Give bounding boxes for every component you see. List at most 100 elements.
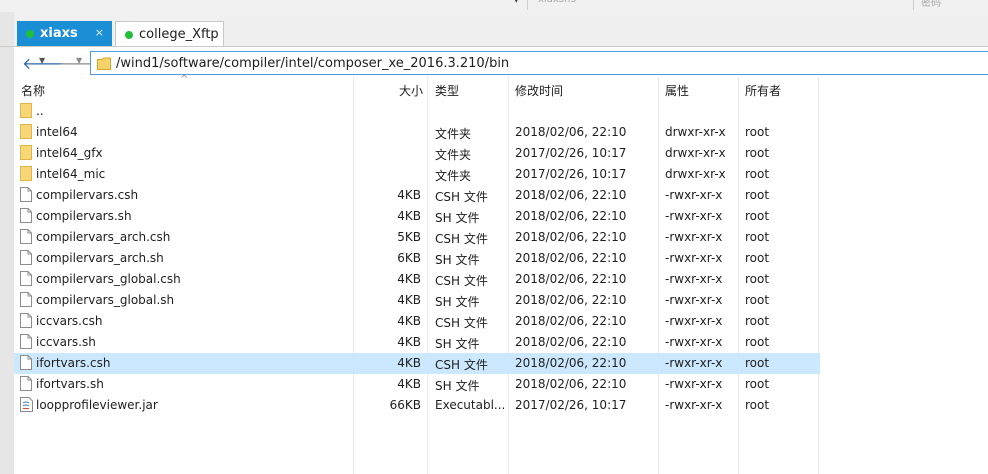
file-row[interactable]: iccvars.csh 4KB CSH 文件 2018/02/06, 22:10 -rw… [14, 311, 820, 332]
file-owner: root [745, 209, 770, 223]
file-row[interactable]: compilervars_arch.sh 6KB SH 文件 2018/02/06, … [14, 248, 820, 269]
file-type: Executabl... [435, 398, 506, 412]
connected-status-icon [26, 30, 34, 38]
close-icon[interactable]: × [95, 26, 104, 39]
file-type: 文件夹 [435, 127, 472, 141]
file-type: 文件夹 [435, 148, 472, 162]
file-attributes: -rwxr-xr-x [665, 293, 723, 307]
file-attributes: drwxr-xr-x [665, 167, 726, 181]
navigation-bar: 🡐 ▼ 🡒 ▼ /wind1/software/compiler/intel/c… [0, 46, 988, 78]
file-attributes: drwxr-xr-x [665, 125, 726, 139]
file-modified: 2017/02/26, 10:17 [515, 398, 627, 412]
file-row[interactable]: compilervars.csh 4KB CSH 文件 2018/02/06, 22:… [14, 185, 820, 206]
file-size: 4KB [397, 377, 421, 391]
file-attributes: -rwxr-xr-x [665, 377, 723, 391]
host-field-ghost[interactable]: xiaxsh5 [538, 0, 577, 5]
file-attributes: -rwxr-xr-x [665, 356, 723, 370]
file-attributes: -rwxr-xr-x [665, 314, 723, 328]
file-type: CSH 文件 [435, 232, 488, 246]
file-icon [20, 187, 32, 202]
file-attributes: -rwxr-xr-x [665, 230, 723, 244]
column-header-type[interactable]: 类型 [435, 82, 459, 99]
file-name: compilervars_arch.sh [36, 251, 164, 265]
file-size: 4KB [397, 335, 421, 349]
file-type: SH 文件 [435, 253, 480, 267]
column-header-attributes[interactable]: 属性 [665, 82, 689, 99]
file-row[interactable]: compilervars.sh 4KB SH 文件 2018/02/06, 22:10… [14, 206, 820, 227]
file-size: 4KB [397, 293, 421, 307]
file-type: CSH 文件 [435, 316, 488, 330]
file-type: SH 文件 [435, 337, 480, 351]
remote-file-list[interactable]: ^ 名称 大小 类型 修改时间 属性 所有者 .. intel64 文件夹 2018/… [0, 74, 988, 474]
file-attributes: -rwxr-xr-x [665, 251, 723, 265]
path-input[interactable]: /wind1/software/compiler/intel/composer_… [90, 51, 988, 75]
file-row[interactable]: ifortvars.sh 4KB SH 文件 2018/02/06, 22:10 -rw… [14, 374, 820, 395]
file-row[interactable]: intel64 文件夹 2018/02/06, 22:10 drwxr-xr-x roo… [14, 122, 820, 143]
password-field-ghost[interactable]: 密码 [921, 0, 941, 9]
file-row[interactable]: intel64_gfx 文件夹 2017/02/26, 10:17 drwxr-xr-… [14, 143, 820, 164]
file-row[interactable]: iccvars.sh 4KB SH 文件 2018/02/06, 22:10 -rwxr… [14, 332, 820, 353]
session-tab-bar: xiaxs × college_Xftp [0, 12, 988, 46]
file-row[interactable]: compilervars_global.sh 4KB SH 文件 2018/02/06… [14, 290, 820, 311]
divider [527, 0, 528, 10]
file-owner: root [745, 188, 770, 202]
column-header-modified[interactable]: 修改时间 [515, 82, 563, 99]
file-icon [20, 313, 32, 328]
file-row[interactable]: ifortvars.csh 4KB CSH 文件 2018/02/06, 22:10 -… [14, 353, 820, 374]
file-row[interactable]: intel64_mic 文件夹 2017/02/26, 10:17 drwxr-xr-… [14, 164, 820, 185]
left-pane-edge [0, 47, 14, 78]
folder-icon [20, 166, 32, 181]
file-modified: 2018/02/06, 22:10 [515, 209, 627, 223]
file-icon [20, 376, 32, 391]
file-attributes: -rwxr-xr-x [665, 209, 723, 223]
file-owner: root [745, 272, 770, 286]
file-name: intel64 [36, 125, 78, 139]
file-modified: 2018/02/06, 22:10 [515, 377, 627, 391]
file-modified: 2018/02/06, 22:10 [515, 293, 627, 307]
file-row[interactable]: .. [14, 101, 820, 122]
divider [913, 0, 914, 10]
file-name: .. [36, 104, 44, 118]
file-name: compilervars.sh [36, 209, 132, 223]
tab-label: xiaxs [40, 26, 78, 41]
file-size: 4KB [397, 272, 421, 286]
path-text: /wind1/software/compiler/intel/composer_… [116, 56, 510, 71]
file-row[interactable]: compilervars_arch.csh 5KB CSH 文件 2018/02/06… [14, 227, 820, 248]
column-header-size[interactable]: 大小 [399, 82, 423, 99]
file-attributes: -rwxr-xr-x [665, 335, 723, 349]
file-modified: 2018/02/06, 22:10 [515, 230, 627, 244]
file-name: ifortvars.sh [36, 377, 104, 391]
jar-icon [20, 397, 34, 412]
file-owner: root [745, 314, 770, 328]
file-row[interactable]: loopprofileviewer.jar 66KB Executabl... 201… [14, 395, 820, 416]
file-owner: root [745, 377, 770, 391]
file-name: compilervars_arch.csh [36, 230, 171, 244]
dropdown-caret-icon[interactable]: ▾ [514, 0, 519, 6]
folder-icon [97, 57, 111, 70]
column-header-name[interactable]: 名称 [21, 82, 45, 99]
file-icon [20, 208, 32, 223]
file-name: ifortvars.csh [36, 356, 111, 370]
file-type: SH 文件 [435, 379, 480, 393]
file-owner: root [745, 356, 770, 370]
connected-status-icon [125, 31, 133, 39]
column-header-owner[interactable]: 所有者 [745, 82, 781, 99]
file-attributes: -rwxr-xr-x [665, 272, 723, 286]
file-owner: root [745, 230, 770, 244]
folder-icon [20, 124, 32, 139]
tab-xiaxs[interactable]: xiaxs × [17, 21, 112, 46]
file-owner: root [745, 293, 770, 307]
left-pane-edge [0, 12, 14, 46]
file-icon [20, 292, 32, 307]
file-icon [20, 229, 32, 244]
file-row[interactable]: compilervars_global.csh 4KB CSH 文件 2018/02/… [14, 269, 820, 290]
chevron-down-icon[interactable]: ▼ [76, 56, 82, 65]
file-modified: 2018/02/06, 22:10 [515, 188, 627, 202]
file-size: 4KB [397, 356, 421, 370]
file-name: iccvars.sh [36, 335, 96, 349]
tab-college-xftp[interactable]: college_Xftp [115, 21, 224, 46]
file-type: CSH 文件 [435, 190, 488, 204]
chevron-down-icon[interactable]: ▼ [39, 56, 45, 65]
file-attributes: -rwxr-xr-x [665, 188, 723, 202]
file-icon [20, 355, 32, 370]
